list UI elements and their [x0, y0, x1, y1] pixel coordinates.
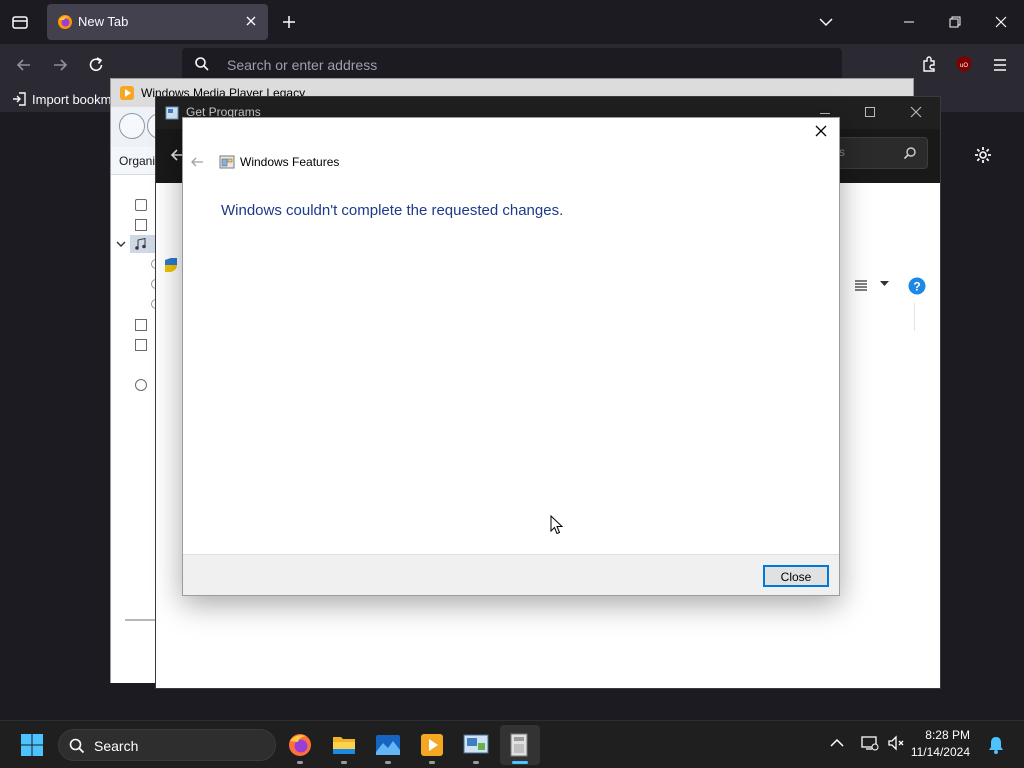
running-indicator: [473, 761, 479, 764]
back-arrow-icon[interactable]: [190, 155, 204, 169]
running-indicator: [297, 761, 303, 764]
dialog-title: Windows Features: [240, 155, 340, 169]
error-message: Windows couldn't complete the requested …: [221, 202, 564, 219]
import-bookmarks-link[interactable]: Import bookm: [32, 92, 111, 107]
firefox-icon: [57, 14, 73, 30]
tab-title: New Tab: [78, 14, 129, 29]
ublock-icon[interactable]: uO: [955, 55, 973, 73]
chevron-up-icon[interactable]: [830, 738, 844, 748]
back-icon[interactable]: [15, 56, 33, 74]
reload-icon[interactable]: [87, 56, 105, 74]
running-indicator: [429, 761, 435, 764]
address-bar[interactable]: Search or enter address: [182, 48, 842, 80]
search-icon: [903, 146, 917, 160]
other-libraries-icon[interactable]: [135, 379, 147, 391]
taskbar: Search 8:28 PM 11/14/2024: [0, 720, 1024, 768]
active-indicator: [512, 761, 528, 764]
wmp-organize-menu[interactable]: Organi: [119, 154, 155, 168]
gp-maximize-icon[interactable]: [865, 107, 875, 117]
forward-icon[interactable]: [51, 56, 69, 74]
chevron-down-icon[interactable]: [116, 239, 126, 249]
tab-overview-icon[interactable]: [10, 12, 30, 32]
playlist-icon[interactable]: [135, 219, 147, 231]
taskbar-search-label: Search: [94, 738, 139, 754]
clock-date[interactable]: 11/14/2024: [910, 745, 970, 759]
control-panel-icon: [165, 106, 179, 120]
close-icon[interactable]: [994, 15, 1008, 29]
shield-icon: [164, 257, 178, 273]
new-tab-icon[interactable]: [281, 14, 297, 30]
wmp-back-button[interactable]: [119, 113, 145, 139]
view-dropdown-icon[interactable]: [880, 281, 889, 287]
folder-icon: [332, 734, 364, 756]
svg-text:uO: uO: [960, 63, 968, 69]
get-programs-search-box[interactable]: s: [836, 137, 928, 169]
list-tabs-icon[interactable]: [818, 15, 834, 29]
volume-muted-icon[interactable]: [887, 735, 905, 751]
taskbar-firefox[interactable]: [280, 725, 320, 765]
videos-icon[interactable]: [135, 319, 147, 331]
close-button[interactable]: Close: [763, 565, 829, 587]
menu-icon[interactable]: [991, 56, 1009, 74]
taskbar-file-explorer[interactable]: [324, 725, 364, 765]
taskbar-search-box[interactable]: Search: [58, 729, 276, 761]
mouse-cursor: [550, 515, 564, 535]
minimize-icon[interactable]: [902, 16, 916, 28]
extensions-icon[interactable]: [920, 55, 938, 73]
wmp-splitter[interactable]: [125, 619, 157, 621]
running-indicator: [385, 761, 391, 764]
help-icon[interactable]: ?: [908, 277, 926, 295]
browser-tab-bar: New Tab: [0, 0, 1024, 44]
taskbar-control-panel[interactable]: [456, 725, 496, 765]
svg-text:?: ?: [913, 280, 920, 294]
windows-features-dialog: Windows Features Windows couldn't comple…: [182, 117, 840, 596]
view-list-icon[interactable]: [854, 279, 868, 291]
search-icon: [194, 56, 210, 72]
import-icon: [12, 92, 26, 106]
restore-icon[interactable]: [948, 15, 962, 29]
settings-icon[interactable]: [973, 145, 993, 165]
wmp-navigation-pane: [111, 175, 157, 683]
tab-new-tab[interactable]: New Tab: [47, 4, 268, 40]
taskbar-photos[interactable]: [368, 725, 408, 765]
dialog-close-icon[interactable]: [814, 124, 828, 138]
close-tab-icon[interactable]: [244, 14, 258, 28]
close-button-label: Close: [780, 569, 812, 584]
notification-bell-icon[interactable]: [988, 736, 1004, 754]
network-icon[interactable]: [861, 735, 879, 751]
running-indicator: [341, 761, 347, 764]
library-icon[interactable]: [135, 199, 147, 211]
gp-close-icon[interactable]: [910, 106, 922, 118]
taskbar-windows-features[interactable]: [500, 725, 540, 765]
gp-minimize-icon[interactable]: [820, 113, 830, 114]
search-icon: [69, 738, 85, 754]
dialog-footer: Close: [183, 554, 839, 595]
start-icon[interactable]: [20, 733, 44, 757]
clock-time[interactable]: 8:28 PM: [910, 728, 970, 742]
address-placeholder: Search or enter address: [227, 57, 378, 73]
windows-features-icon: [219, 154, 235, 170]
pictures-icon[interactable]: [135, 339, 147, 351]
taskbar-media-player[interactable]: [412, 725, 452, 765]
wmp-icon: [119, 85, 135, 101]
pane-divider: [914, 303, 915, 331]
music-selected-item[interactable]: [130, 235, 157, 253]
